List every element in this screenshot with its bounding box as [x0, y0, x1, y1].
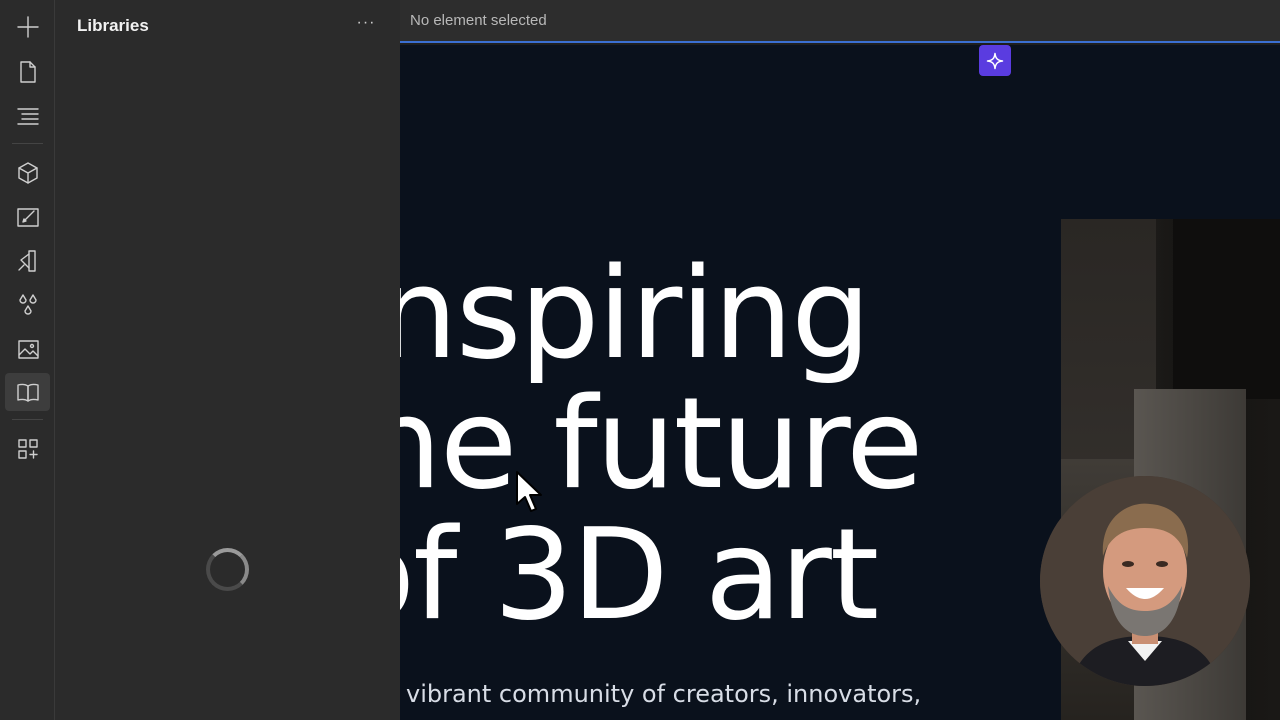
loading-spinner: [206, 548, 249, 591]
webcam-avatar: [1040, 476, 1250, 686]
apps-button[interactable]: [5, 430, 50, 468]
panel-title: Libraries: [77, 16, 149, 35]
variables-button[interactable]: [5, 286, 50, 324]
rail-divider: [12, 419, 43, 420]
drops-icon: [18, 294, 37, 315]
top-bar: No element selected: [400, 0, 1280, 43]
apps-icon: [17, 439, 38, 459]
components-button[interactable]: [5, 154, 50, 192]
mouse-cursor-icon: [516, 471, 542, 512]
more-options-button[interactable]: ···: [353, 14, 379, 36]
page-icon: [19, 61, 36, 83]
libraries-button[interactable]: [5, 373, 50, 411]
navigator-button[interactable]: [5, 97, 50, 135]
headline-line-3: of 3D art: [400, 501, 879, 648]
headline-line-1: nspiring: [400, 240, 871, 387]
cube-icon: [17, 162, 38, 184]
book-icon: [16, 383, 39, 402]
libraries-panel: Libraries ···: [55, 0, 400, 720]
pages-button[interactable]: [5, 53, 50, 91]
swatch-icon: [17, 250, 36, 272]
person-illustration: [1040, 476, 1250, 686]
assets-button[interactable]: [5, 330, 50, 368]
ai-assistant-button[interactable]: [979, 45, 1011, 76]
headline-line-2: he future: [400, 370, 923, 517]
image-block: [1173, 219, 1280, 399]
style-button[interactable]: [5, 198, 50, 236]
plus-icon: [16, 16, 39, 38]
left-toolbar: [0, 0, 55, 720]
brush-icon: [16, 208, 39, 227]
navigator-icon: [16, 108, 39, 125]
sparkle-icon: [986, 52, 1004, 69]
selection-status: No element selected: [410, 12, 547, 29]
hero-subtext: vibrant community of creators, innovator…: [406, 680, 922, 708]
rail-divider: [12, 143, 43, 144]
add-button[interactable]: [5, 8, 50, 46]
cms-button[interactable]: [5, 242, 50, 280]
image-icon: [17, 340, 39, 359]
